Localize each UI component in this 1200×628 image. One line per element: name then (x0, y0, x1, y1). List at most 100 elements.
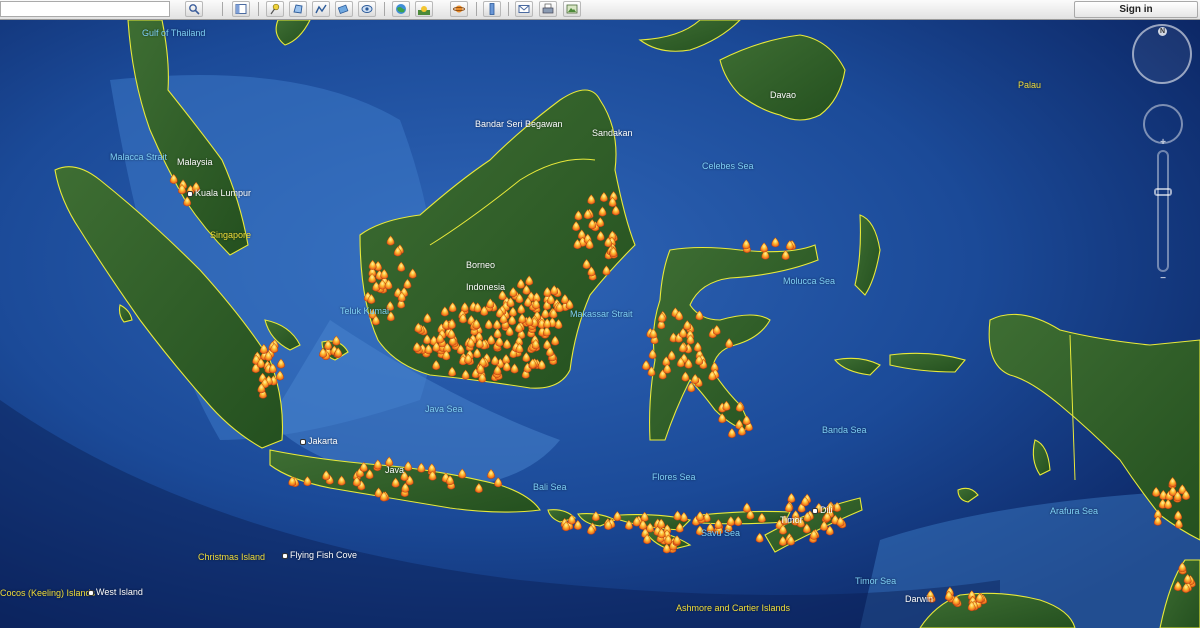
ruler-button[interactable] (483, 1, 501, 17)
place-marker-icon (187, 190, 193, 197)
christmas-island-label[interactable]: Christmas Island (198, 552, 265, 562)
teluk-label[interactable]: Teluk Kumai (340, 306, 389, 316)
place-label-text: Java (385, 465, 405, 475)
map-view[interactable]: Gulf of Thailand Bandar Seri Begawan Sanda… (0, 20, 1200, 628)
davao-label[interactable]: Davao (770, 90, 796, 100)
place-label-text: Timor (780, 515, 803, 525)
email-button[interactable] (515, 1, 533, 17)
zoom-slider[interactable] (1157, 150, 1169, 272)
place-label-text: Cocos (Keeling) Islands (0, 588, 96, 598)
timor-label[interactable]: Timor (780, 515, 803, 525)
darwin-label[interactable]: Darwin (905, 594, 933, 604)
indonesia-label[interactable]: Indonesia (466, 282, 505, 292)
place-label-text: Singapore (210, 230, 252, 240)
globe-clock-icon (396, 4, 406, 14)
polygon-icon (293, 4, 303, 14)
north-indicator: N (1158, 27, 1167, 36)
envelope-icon (518, 5, 530, 13)
palau-label[interactable]: Palau (1018, 80, 1041, 90)
place-label-text: Gulf of Thailand (142, 28, 206, 38)
molucca-sea-label[interactable]: Molucca Sea (783, 276, 835, 286)
add-placemark-button[interactable] (266, 1, 284, 17)
sandakan-label[interactable]: Sandakan (592, 128, 633, 138)
place-marker-icon (300, 438, 306, 445)
place-label-text: Timor Sea (855, 576, 897, 586)
makassar-strait-label[interactable]: Makassar Strait (570, 309, 633, 319)
add-path-button[interactable] (312, 1, 330, 17)
overlay-icon (338, 4, 349, 15)
pushpin-icon (270, 3, 280, 15)
place-label-text: Flores Sea (652, 472, 696, 482)
flying-fish-cove-label[interactable]: Flying Fish Cove (282, 550, 357, 560)
zoom-slider-knob[interactable] (1154, 188, 1172, 196)
place-label-text: Darwin (905, 594, 934, 604)
ruler-icon (489, 3, 495, 15)
planet-icon (453, 5, 465, 13)
place-label-text: Celebes Sea (702, 161, 754, 171)
printer-icon (542, 3, 554, 14)
sidebar-toggle-button[interactable] (232, 1, 250, 17)
search-input[interactable] (0, 1, 170, 17)
save-image-button[interactable] (563, 1, 581, 17)
place-label-text: Sandakan (592, 128, 633, 138)
dili-label[interactable]: Dili (812, 505, 833, 515)
jakarta-label[interactable]: Jakarta (300, 436, 338, 446)
bali-sea-label[interactable]: Bali Sea (533, 482, 567, 492)
flores (699, 510, 791, 525)
search-button[interactable] (185, 1, 203, 17)
flores-sea-label[interactable]: Flores Sea (652, 472, 696, 482)
cocos-keeling-label[interactable]: Cocos (Keeling) Islands (0, 588, 95, 598)
zoom-in-button[interactable]: + (1155, 138, 1171, 148)
place-label-text: Molucca Sea (783, 276, 836, 286)
toolbar: Sign in (0, 0, 1200, 20)
timor-sea-label[interactable]: Timor Sea (855, 576, 896, 586)
zoom-out-button[interactable]: − (1155, 274, 1171, 284)
place-label-text: West Island (96, 587, 143, 597)
banda-sea-label[interactable]: Banda Sea (822, 425, 867, 435)
map-base (0, 20, 1200, 628)
toolbar-separator (258, 2, 259, 16)
toolbar-separator (508, 2, 509, 16)
place-marker-icon (88, 589, 94, 596)
magnifier-icon (189, 4, 200, 15)
add-overlay-button[interactable] (335, 1, 353, 17)
sign-in-button[interactable]: Sign in (1074, 1, 1198, 18)
kuala-lumpur-label[interactable]: Kuala Lumpur (187, 188, 251, 198)
toolbar-separator (384, 2, 385, 16)
singapore-label[interactable]: Singapore (210, 230, 251, 240)
place-label-text: Malaysia (177, 157, 213, 167)
place-label-text: Bali Sea (533, 482, 567, 492)
west-island-label[interactable]: West Island (88, 587, 143, 597)
tour-icon (361, 5, 373, 13)
borneo-label[interactable]: Borneo (466, 260, 495, 270)
savu-sea-label[interactable]: Savu Sea (701, 528, 740, 538)
place-label-text: Bandar Seri Begawan (475, 119, 563, 129)
place-label-text: Makassar Strait (570, 309, 633, 319)
place-label-text: Arafura Sea (1050, 506, 1099, 516)
place-label-text: Flying Fish Cove (290, 550, 358, 560)
place-label-text: Kuala Lumpur (195, 188, 252, 198)
gulf-of-thailand-label[interactable]: Gulf of Thailand (142, 28, 205, 38)
strait-of-malacca-label[interactable]: Malacca Strait (110, 152, 167, 162)
planets-button[interactable] (450, 1, 468, 17)
sunlight-button[interactable] (415, 1, 433, 17)
image-icon (566, 4, 578, 14)
ashmore-cartier-label[interactable]: Ashmore and Cartier Islands (676, 603, 790, 613)
bandar-seri-begawan-label[interactable]: Bandar Seri Begawan (475, 119, 563, 129)
place-label-text: Ashmore and Cartier Islands (676, 603, 791, 613)
arafura-sea-label[interactable]: Arafura Sea (1050, 506, 1098, 516)
sidebar-icon (235, 4, 247, 14)
place-label-text: Christmas Island (198, 552, 266, 562)
place-label-text: Dili (820, 505, 833, 515)
place-marker-icon (812, 507, 818, 514)
record-tour-button[interactable] (358, 1, 376, 17)
java-label[interactable]: Java (385, 465, 404, 475)
historical-imagery-button[interactable] (392, 1, 410, 17)
java-sea-label[interactable]: Java Sea (425, 404, 463, 414)
print-button[interactable] (539, 1, 557, 17)
compass-control[interactable]: N (1132, 24, 1192, 84)
add-polygon-button[interactable] (289, 1, 307, 17)
celebes-sea-label[interactable]: Celebes Sea (702, 161, 754, 171)
malaysia-label[interactable]: Malaysia (177, 157, 213, 167)
place-marker-icon (282, 552, 288, 559)
